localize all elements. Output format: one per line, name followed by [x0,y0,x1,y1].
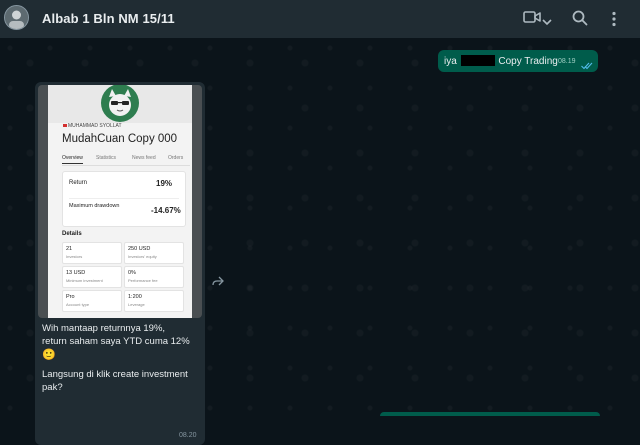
incoming-time: 08.20 [179,432,197,439]
incoming-message-text: Wih mantaap returnnya 19%, return saham … [42,322,202,394]
tab-overview: Overview [62,155,83,164]
detail-cell: Pro Account type [62,290,122,312]
redacted-text [460,55,495,66]
menu-icon[interactable] [611,11,617,32]
details-grid: 21 Investors 250 USD Investors' equity 1… [62,242,184,318]
return-value: 19% [156,179,173,188]
outgoing-time: 08.19 [558,58,576,65]
account-name: MudahCuan Copy 000 [62,133,178,145]
group-avatar[interactable] [4,5,29,30]
smile-emoji: 🙂 [42,349,56,361]
phone-screenshot: MUHAMMAD SYOLLAT MudahCuan Copy 000 Over… [48,85,192,318]
tab-news-feed: News feed [132,155,156,161]
outgoing-message-text: iya Copy Trading [444,55,558,67]
video-call-icon[interactable] [523,10,541,29]
detail-cell: 21 Investors [62,242,122,264]
chat-title[interactable]: Albab 1 Bln NM 15/11 [42,11,175,26]
chevron-down-icon[interactable] [542,13,552,31]
chat-area[interactable]: iya Copy Trading 08.19 MUHAMMAD SYOLLAT … [0,38,640,445]
outgoing-message-partial[interactable] [380,412,600,416]
forward-icon[interactable] [212,273,224,291]
tab-statistics: Statistics [96,155,117,161]
trader-name: MUHAMMAD SYOLLAT [68,123,122,129]
cat-logo-icon [101,85,139,122]
flag-icon [63,124,67,127]
drawdown-value: -14.67% [151,206,181,215]
shared-image[interactable]: MUHAMMAD SYOLLAT MudahCuan Copy 000 Over… [38,85,202,318]
return-label: Return [69,180,88,186]
incoming-message[interactable]: MUHAMMAD SYOLLAT MudahCuan Copy 000 Over… [35,82,205,445]
read-ticks-icon [581,57,593,75]
detail-cell: 0% Performance fee [124,266,184,288]
detail-cell: 250 USD Investors' equity [124,242,184,264]
details-label: Details [62,231,82,237]
search-icon[interactable] [572,10,588,31]
outgoing-message[interactable]: iya Copy Trading 08.19 [438,50,598,72]
detail-cell: 13 USD Minimum investment [62,266,122,288]
detail-cell: 1:200 Leverage [124,290,184,312]
drawdown-label: Maximum drawdown [69,203,120,209]
tab-bar: Overview Statistics News feed Orders [62,153,190,166]
stats-card: Return 19% Maximum drawdown -14.67% [62,171,186,227]
tab-orders: Orders [168,155,184,161]
chat-header: Albab 1 Bln NM 15/11 [0,0,640,38]
